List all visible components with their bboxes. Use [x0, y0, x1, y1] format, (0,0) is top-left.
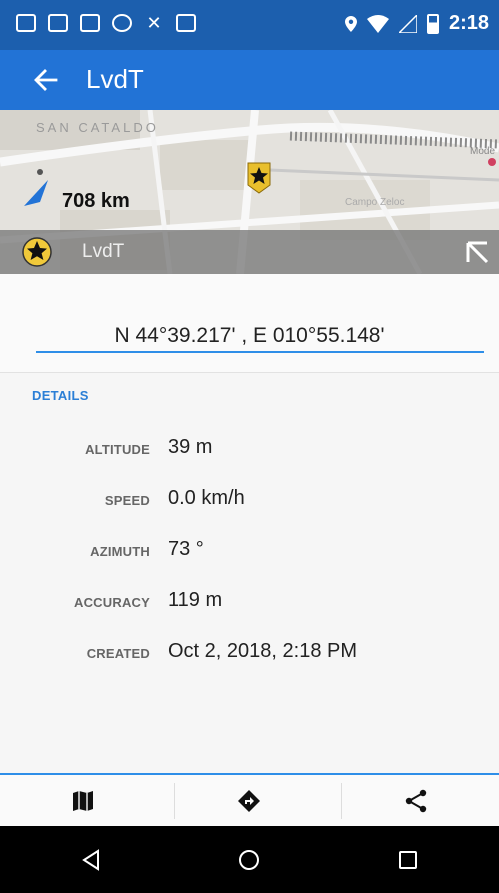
status-bar: ✕ 2:18	[0, 0, 499, 50]
coordinates-field[interactable]: N 44°39.217' , E 010°55.148'	[0, 324, 499, 348]
nav-recents-icon	[399, 850, 417, 869]
detail-value: 73 °	[168, 538, 204, 560]
detail-row-azimuth: AZIMUTH 73 °	[0, 538, 499, 568]
coordinates-underline	[36, 351, 484, 353]
notification-icons: ✕	[16, 14, 196, 32]
nav-recents-button[interactable]	[325, 826, 491, 893]
map-overlay-bar: LvdT	[0, 230, 499, 274]
nav-home-icon	[239, 849, 259, 870]
system-nav-bar	[0, 826, 499, 893]
sync-icon	[112, 14, 132, 32]
detail-row-speed: SPEED 0.0 km/h	[0, 487, 499, 517]
detail-label: SPEED	[104, 493, 150, 508]
nav-back-button[interactable]	[8, 826, 174, 893]
nav-home-button[interactable]	[166, 826, 332, 893]
coordinates-section: N 44°39.217' , E 010°55.148'	[0, 274, 499, 372]
map-street-label-2: Mode	[470, 146, 495, 157]
battery-icon	[426, 13, 439, 34]
map-place-label: SAN CATALDO	[36, 120, 159, 135]
details-header: DETAILS	[32, 388, 89, 403]
detail-label: ACCURACY	[74, 595, 150, 610]
expand-arrow-icon[interactable]	[463, 238, 491, 266]
nav-back-icon	[82, 848, 99, 871]
image-icon	[48, 14, 68, 32]
show-on-map-button[interactable]	[0, 775, 166, 826]
app-bar: LvdT	[0, 50, 499, 110]
detail-row-altitude: ALTITUDE 39 m	[0, 436, 499, 466]
location-icon	[344, 15, 357, 32]
back-arrow-icon[interactable]	[32, 66, 60, 94]
detail-row-accuracy: ACCURACY 119 m	[0, 589, 499, 619]
overlay-point-name: LvdT	[82, 241, 125, 262]
navigate-button[interactable]	[166, 775, 332, 826]
distance-label: 708 km	[62, 190, 130, 212]
detail-row-created: CREATED Oct 2, 2018, 2:18 PM	[0, 640, 499, 670]
map-street-label: Campo Zeloc	[345, 197, 404, 208]
section-divider	[0, 372, 499, 373]
detail-value: 0.0 km/h	[168, 487, 245, 509]
image-icon	[176, 14, 196, 32]
detail-value: 119 m	[168, 589, 223, 611]
missed-call-icon: ✕	[146, 13, 162, 33]
bottom-toolbar	[0, 773, 499, 826]
map-icon	[73, 790, 93, 811]
share-button[interactable]	[333, 775, 499, 826]
navigate-icon	[238, 789, 260, 812]
detail-label: CREATED	[86, 646, 150, 661]
detail-value: 39 m	[168, 436, 213, 458]
system-icons: 2:18	[344, 12, 489, 35]
clock: 2:18	[448, 12, 489, 34]
signal-icon	[398, 14, 417, 33]
wifi-icon	[366, 14, 389, 33]
share-icon	[405, 789, 427, 812]
gmail-icon	[16, 14, 36, 32]
detail-label: ALTITUDE	[85, 442, 150, 457]
detail-value: Oct 2, 2018, 2:18 PM	[168, 640, 357, 662]
page-title: LvdT	[86, 64, 144, 94]
star-marker-icon	[22, 237, 52, 267]
gmail-icon	[80, 14, 100, 32]
detail-label: AZIMUTH	[90, 544, 150, 559]
